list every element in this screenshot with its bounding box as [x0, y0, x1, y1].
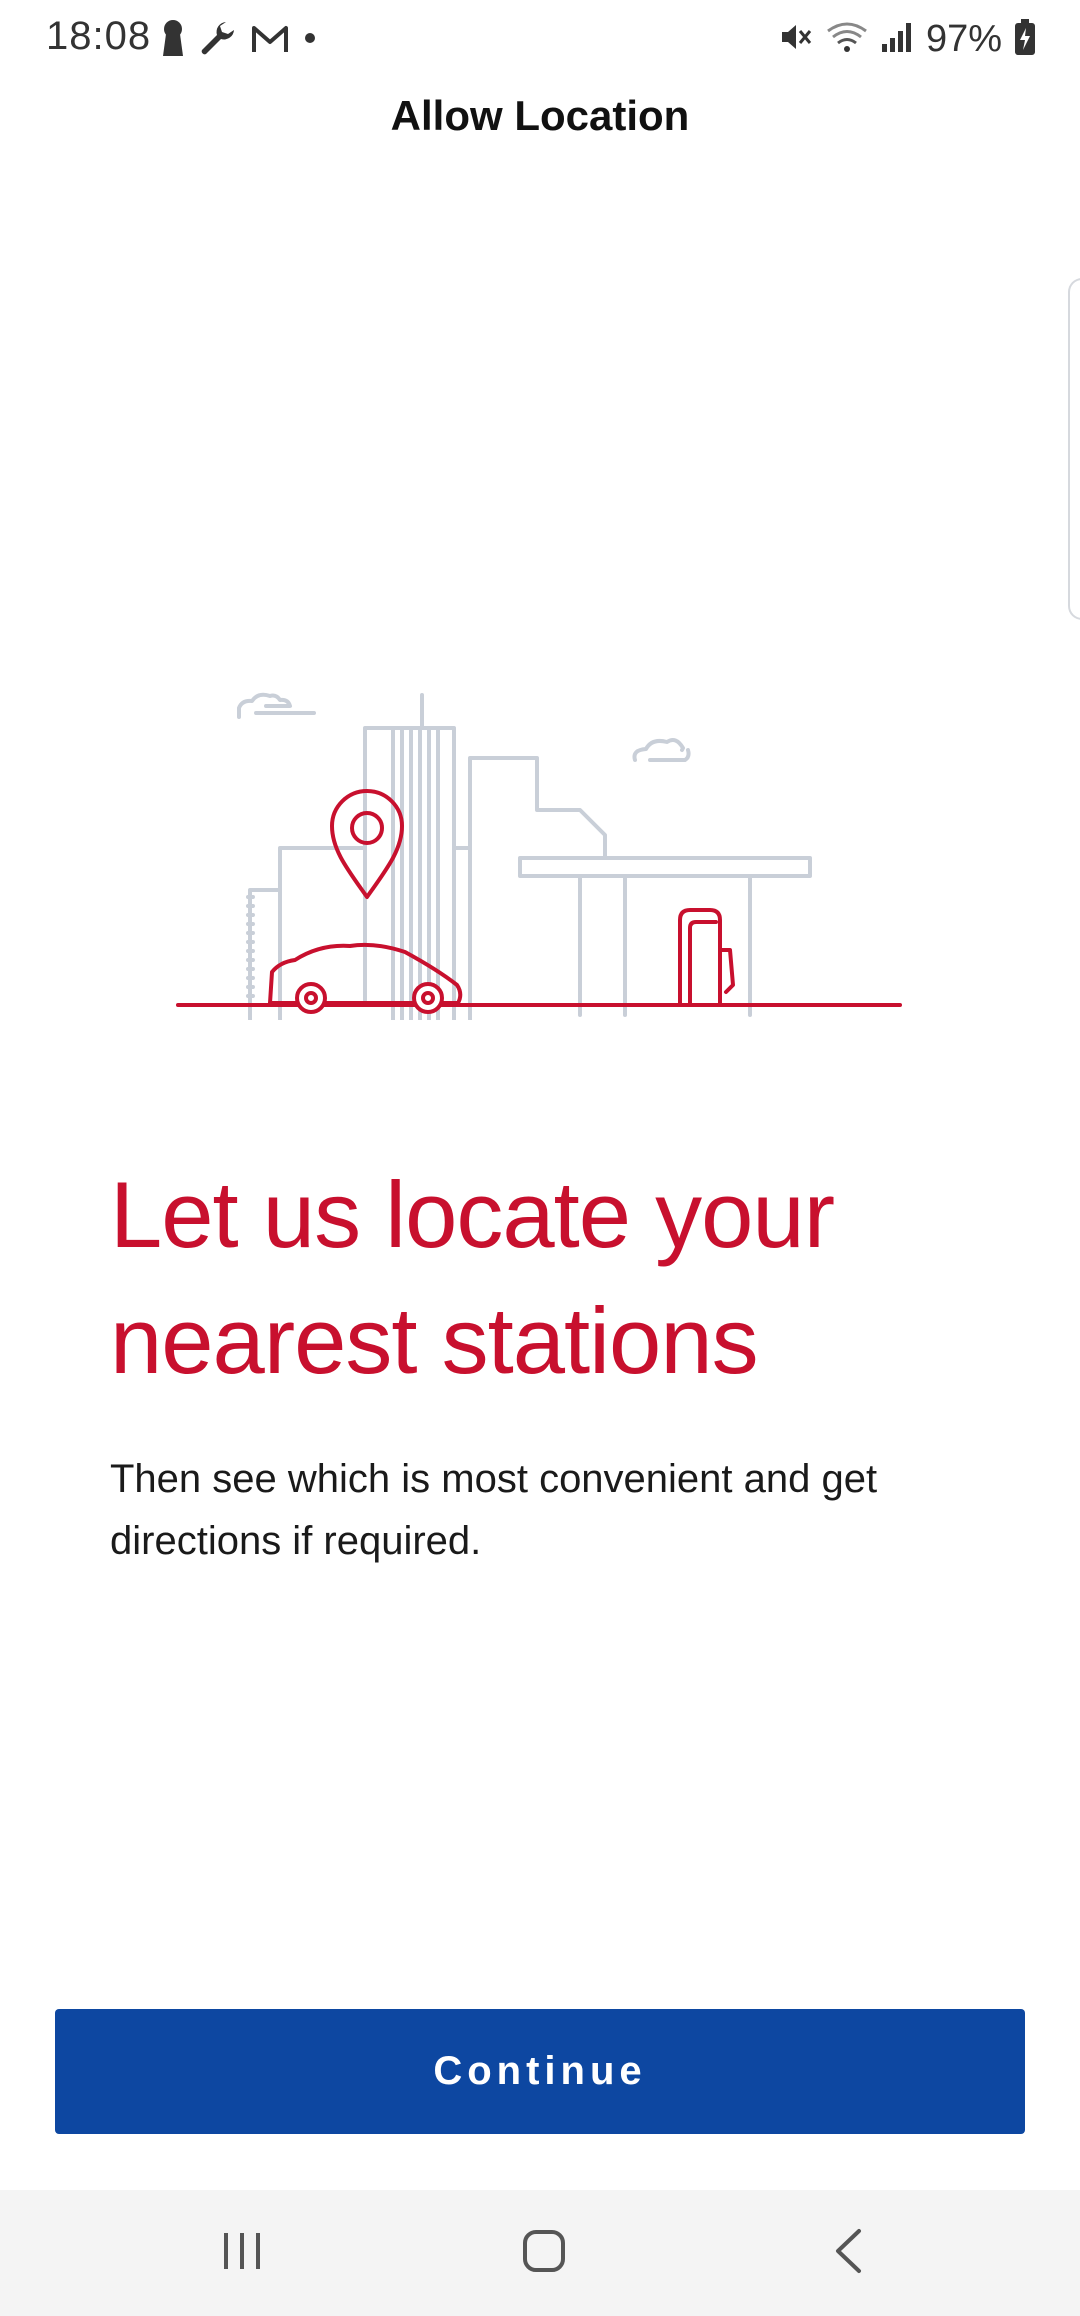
continue-button[interactable]: Continue: [55, 2009, 1025, 2134]
wrench-icon: [198, 18, 238, 63]
description-text: Then see which is most convenient and ge…: [110, 1457, 878, 1563]
location-illustration: [170, 680, 910, 1022]
status-system-icons: 97%: [778, 14, 1036, 64]
continue-button-label: Continue: [433, 2049, 647, 2093]
status-time: 18:08: [46, 14, 152, 58]
battery-charging-icon: [1014, 18, 1036, 61]
edge-panel-handle[interactable]: [1068, 278, 1080, 620]
headline-line-1: Let us locate your: [110, 1162, 835, 1267]
keyhole-icon: [160, 18, 186, 63]
home-icon: [522, 2229, 566, 2278]
mute-icon: [778, 19, 814, 60]
dot-icon: [302, 30, 318, 51]
signal-icon: [880, 20, 914, 59]
recents-button[interactable]: [142, 2190, 342, 2316]
recents-icon: [220, 2231, 264, 2276]
city-station-illustration: [176, 692, 902, 1022]
gmail-icon: [250, 22, 290, 59]
navigation-bar: [0, 2190, 1080, 2316]
headline-line-2: nearest stations: [110, 1288, 759, 1393]
back-button[interactable]: [748, 2190, 948, 2316]
status-notification-icons: [160, 18, 318, 62]
battery-percentage: 97%: [925, 17, 1002, 60]
status-bar: 18:08 97%: [0, 0, 1080, 80]
headline: Let us locate your nearest stations: [110, 1152, 990, 1404]
home-button[interactable]: [444, 2190, 644, 2316]
back-icon: [833, 2228, 863, 2279]
page-title: Allow Location: [390, 92, 690, 139]
wifi-icon: [826, 19, 868, 60]
